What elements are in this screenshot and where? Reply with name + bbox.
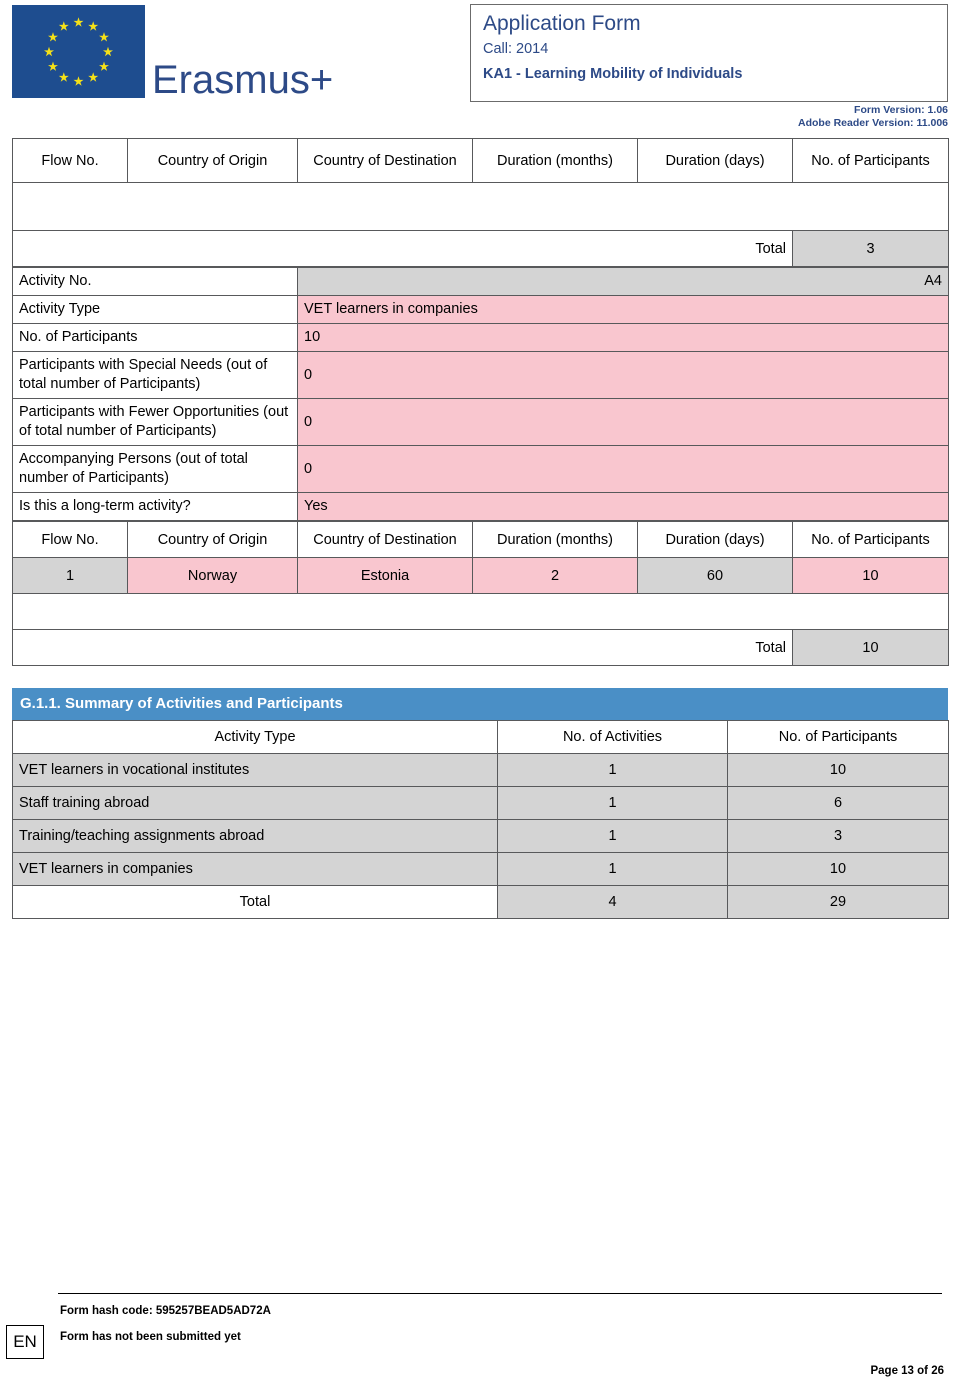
col-no-activities: No. of Activities	[497, 720, 728, 754]
flow-table-activity: Flow No. Country of Origin Country of De…	[12, 521, 949, 666]
form-title: Application Form	[483, 12, 641, 35]
eu-stars-icon	[44, 17, 113, 86]
flow-table-continued: Flow No. Country of Origin Country of De…	[12, 138, 949, 267]
eu-flag-logo	[12, 5, 145, 98]
table-row: 1 Norway Estonia 2 60 10	[12, 557, 949, 594]
cell-no-activities: 1	[497, 852, 728, 886]
cell-no-participants: 6	[727, 786, 949, 820]
cell-no-activities: 1	[497, 819, 728, 853]
col-duration-days: Duration (days)	[637, 521, 793, 558]
form-title-box: Application Form Call: 2014 KA1 - Learni…	[470, 4, 948, 102]
summary-activities-table: Activity Type No. of Activities No. of P…	[12, 720, 949, 919]
activity-type-label: Activity Type	[12, 295, 298, 324]
table-total-row: Total 3	[12, 230, 949, 267]
accompanying-persons-value[interactable]: 0	[297, 445, 949, 493]
fewer-opportunities-row: Participants with Fewer Opportunities (o…	[12, 398, 949, 446]
table-total-row: Total 4 29	[12, 885, 949, 919]
cell-activity-type: Training/teaching assignments abroad	[12, 819, 498, 853]
activity-details-table: Activity No. A4 Activity Type VET learne…	[12, 267, 949, 521]
section-heading-g11: G.1.1. Summary of Activities and Partici…	[12, 688, 948, 720]
special-needs-value[interactable]: 0	[297, 351, 949, 399]
activity-no-label: Activity No.	[12, 267, 298, 296]
col-country-destination: Country of Destination	[297, 138, 473, 183]
cell-activity-type: VET learners in vocational institutes	[12, 753, 498, 787]
long-term-activity-row: Is this a long-term activity? Yes	[12, 492, 949, 521]
table-header-row: Flow No. Country of Origin Country of De…	[12, 521, 949, 558]
cell-no-participants: 10	[727, 852, 949, 886]
cell-duration-months[interactable]: 2	[472, 557, 638, 594]
table-row-empty	[12, 593, 949, 630]
page-header: Erasmus+ Application Form Call: 2014 KA1…	[0, 0, 960, 138]
footer-divider	[58, 1293, 942, 1294]
form-programme: KA1 - Learning Mobility of Individuals	[483, 66, 743, 82]
activity-type-value[interactable]: VET learners in companies	[297, 295, 949, 324]
table-row: Training/teaching assignments abroad 1 3	[12, 819, 949, 853]
col-duration-months: Duration (months)	[472, 138, 638, 183]
special-needs-label: Participants with Special Needs (out of …	[12, 351, 298, 399]
col-country-origin: Country of Origin	[127, 138, 298, 183]
accompanying-persons-row: Accompanying Persons (out of total numbe…	[12, 445, 949, 493]
total-participants-value: 10	[792, 629, 949, 666]
table-row: Staff training abroad 1 6	[12, 786, 949, 820]
total-label: Total	[12, 885, 498, 919]
empty-cell	[12, 593, 949, 630]
accompanying-persons-label: Accompanying Persons (out of total numbe…	[12, 445, 298, 493]
col-country-origin: Country of Origin	[127, 521, 298, 558]
cell-no-participants: 3	[727, 819, 949, 853]
activity-no-value: A4	[297, 267, 949, 296]
participants-label: No. of Participants	[12, 323, 298, 352]
table-row-empty	[12, 182, 949, 231]
table-header-row: Activity Type No. of Activities No. of P…	[12, 720, 949, 754]
col-no-participants: No. of Participants	[792, 138, 949, 183]
total-participants-value: 3	[792, 230, 949, 267]
cell-flow-no: 1	[12, 557, 128, 594]
participants-row: No. of Participants 10	[12, 323, 949, 352]
long-term-activity-value[interactable]: Yes	[297, 492, 949, 521]
participants-value[interactable]: 10	[297, 323, 949, 352]
table-total-row: Total 10	[12, 629, 949, 666]
cell-activity-type: Staff training abroad	[12, 786, 498, 820]
total-label: Total	[12, 629, 793, 666]
col-flow-no: Flow No.	[12, 138, 128, 183]
table-header-row: Flow No. Country of Origin Country of De…	[12, 138, 949, 183]
form-submission-status: Form has not been submitted yet	[60, 1331, 241, 1343]
erasmus-wordmark: Erasmus+	[152, 58, 334, 102]
activity-type-row: Activity Type VET learners in companies	[12, 295, 949, 324]
col-duration-months: Duration (months)	[472, 521, 638, 558]
form-version-label: Form Version: 1.06	[854, 104, 948, 116]
cell-duration-days: 60	[637, 557, 793, 594]
form-hash-code: Form hash code: 595257BEAD5AD72A	[60, 1305, 271, 1317]
col-country-destination: Country of Destination	[297, 521, 473, 558]
table-row: VET learners in vocational institutes 1 …	[12, 753, 949, 787]
cell-no-activities: 1	[497, 753, 728, 787]
cell-no-participants: 10	[727, 753, 949, 787]
col-no-participants: No. of Participants	[727, 720, 949, 754]
cell-country-origin[interactable]: Norway	[127, 557, 298, 594]
col-activity-type: Activity Type	[12, 720, 498, 754]
page-footer: EN Form hash code: 595257BEAD5AD72A Form…	[0, 1283, 960, 1383]
col-no-participants: No. of Participants	[792, 521, 949, 558]
total-participants-value: 29	[727, 885, 949, 919]
cell-no-participants[interactable]: 10	[792, 557, 949, 594]
cell-activity-type: VET learners in companies	[12, 852, 498, 886]
total-label: Total	[12, 230, 793, 267]
special-needs-row: Participants with Special Needs (out of …	[12, 351, 949, 399]
adobe-reader-version-label: Adobe Reader Version: 11.006	[798, 117, 948, 129]
col-flow-no: Flow No.	[12, 521, 128, 558]
language-badge: EN	[6, 1325, 44, 1359]
fewer-opportunities-value[interactable]: 0	[297, 398, 949, 446]
long-term-activity-label: Is this a long-term activity?	[12, 492, 298, 521]
total-activities-value: 4	[497, 885, 728, 919]
fewer-opportunities-label: Participants with Fewer Opportunities (o…	[12, 398, 298, 446]
activity-no-row: Activity No. A4	[12, 267, 949, 296]
page-number: Page 13 of 26	[870, 1365, 944, 1377]
empty-cell	[12, 182, 949, 231]
table-row: VET learners in companies 1 10	[12, 852, 949, 886]
cell-country-destination[interactable]: Estonia	[297, 557, 473, 594]
form-call: Call: 2014	[483, 41, 549, 57]
col-duration-days: Duration (days)	[637, 138, 793, 183]
cell-no-activities: 1	[497, 786, 728, 820]
